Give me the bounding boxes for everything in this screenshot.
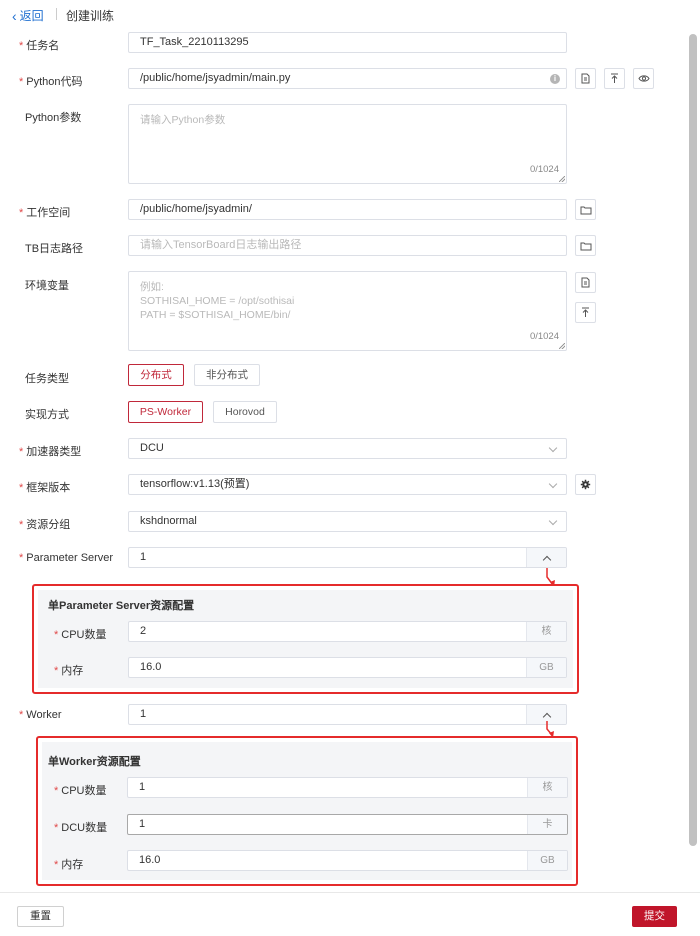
ps-resource-panel: 单Parameter Server资源配置 * CPU数量 2核 * 内存 16.0… [32, 584, 579, 694]
char-counter: 0/1024 [529, 164, 559, 175]
divider [56, 8, 57, 20]
chevron-down-icon [548, 443, 558, 453]
parameter-server-input[interactable]: 1 [128, 547, 567, 568]
task-name-label: * 任务名 [19, 40, 60, 52]
back-label: 返回 [19, 9, 44, 23]
env-upload-button[interactable] [575, 302, 596, 323]
ps-panel-title: 单Parameter Server资源配置 [48, 600, 195, 612]
python-params-label: Python参数 [25, 112, 82, 124]
worker-dcu-label: * DCU数量 [54, 822, 108, 834]
python-code-input[interactable]: /public/home/jsyadmin/main.py i [128, 68, 567, 89]
workspace-input[interactable]: /public/home/jsyadmin/ [128, 199, 567, 220]
unit-suffix: 核 [526, 622, 566, 641]
worker-panel-title: 单Worker资源配置 [48, 756, 141, 768]
scrollbar[interactable] [689, 34, 697, 846]
task-type-label: 任务类型 [25, 373, 69, 385]
worker-memory-label: * 内存 [54, 859, 84, 871]
eye-icon [637, 75, 650, 82]
chevron-left-icon: ‹ [12, 7, 17, 24]
unit-suffix: GB [527, 851, 567, 870]
ps-memory-input[interactable]: 16.0 GB [128, 657, 567, 678]
upload-icon [582, 307, 589, 317]
upload-icon [611, 73, 618, 83]
info-icon: i [550, 74, 560, 84]
resource-group-select[interactable]: kshdnormal [128, 511, 567, 532]
task-name-input[interactable]: TF_Task_2210113295 [128, 32, 567, 53]
ps-memory-label: * 内存 [54, 665, 84, 677]
worker-cpu-input[interactable]: 1核 [127, 777, 568, 798]
footer-bar: 重置 提交 [0, 892, 700, 936]
back-link[interactable]: ‹ 返回 [12, 7, 44, 24]
submit-button[interactable]: 提交 [632, 906, 677, 927]
env-file-button[interactable] [575, 272, 596, 293]
worker-input[interactable]: 1 [128, 704, 567, 725]
unit-suffix: GB [526, 658, 566, 677]
framework-label: * 框架版本 [19, 482, 71, 494]
python-code-label: * Python代码 [19, 76, 83, 88]
env-textarea[interactable]: 例如: SOTHISAI_HOME = /opt/sothisai PATH =… [128, 271, 567, 351]
chevron-down-icon [548, 516, 558, 526]
impl-horovod[interactable]: Horovod [213, 401, 277, 423]
ps-cpu-label: * CPU数量 [54, 629, 107, 641]
accelerator-select[interactable]: DCU [128, 438, 567, 459]
char-counter: 0/1024 [529, 331, 559, 342]
impl-label: 实现方式 [25, 409, 69, 421]
reset-button[interactable]: 重置 [17, 906, 64, 927]
env-placeholder-line: SOTHISAI_HOME = /opt/sothisai [140, 295, 295, 307]
unit-suffix: 核 [527, 778, 567, 797]
resize-handle[interactable] [559, 176, 565, 182]
worker-memory-input[interactable]: 16.0 GB [127, 850, 568, 871]
tb-log-label: TB日志路径 [25, 243, 84, 255]
task-type-distributed[interactable]: 分布式 [128, 364, 184, 386]
file-icon [581, 73, 590, 84]
unit-suffix: 卡 [527, 815, 567, 834]
workspace-folder-button[interactable] [575, 199, 596, 220]
tb-log-input[interactable]: 请输入TensorBoard日志输出路径 [128, 235, 567, 256]
file-icon [581, 277, 590, 288]
tb-log-folder-button[interactable] [575, 235, 596, 256]
file-button[interactable] [575, 68, 596, 89]
worker-cpu-label: * CPU数量 [54, 785, 107, 797]
top-bar: ‹ 返回 创建训练 [0, 0, 700, 28]
accelerator-label: * 加速器类型 [19, 446, 82, 458]
ps-cpu-input[interactable]: 2核 [128, 621, 567, 642]
env-placeholder-line: 例如: [140, 281, 164, 293]
worker-label: * Worker [19, 709, 62, 721]
gear-icon [580, 479, 591, 490]
resize-handle[interactable] [559, 343, 565, 349]
worker-dcu-input[interactable]: 1卡 [127, 814, 568, 835]
folder-icon [580, 242, 591, 250]
env-placeholder-line: PATH = $SOTHISAI_HOME/bin/ [140, 309, 291, 321]
preview-button[interactable] [633, 68, 654, 89]
workspace-label: * 工作空间 [19, 207, 71, 219]
upload-button[interactable] [604, 68, 625, 89]
page-title: 创建训练 [66, 9, 115, 23]
task-type-non-distributed[interactable]: 非分布式 [194, 364, 260, 386]
python-params-textarea[interactable]: 请输入Python参数 0/1024 [128, 104, 567, 184]
impl-ps-worker[interactable]: PS-Worker [128, 401, 203, 423]
env-label: 环境变量 [25, 280, 69, 292]
folder-icon [580, 206, 591, 214]
chevron-down-icon [548, 479, 558, 489]
parameter-server-label: * Parameter Server [19, 552, 114, 564]
chevron-up-icon[interactable] [526, 548, 566, 567]
framework-select[interactable]: tensorflow:v1.13(预置) [128, 474, 567, 495]
resource-group-label: * 资源分组 [19, 519, 71, 531]
worker-resource-panel: 单Worker资源配置 * CPU数量 1核 * DCU数量 1卡 * 内存 16.0… [36, 736, 578, 886]
framework-settings-button[interactable] [575, 474, 596, 495]
